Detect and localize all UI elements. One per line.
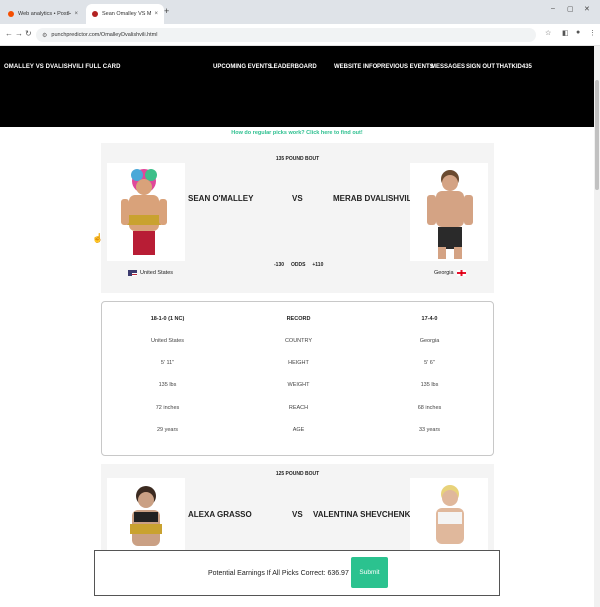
menu-dots-icon[interactable]: ⋮ [589, 29, 596, 37]
bookmark-star-icon[interactable]: ☆ [545, 29, 551, 37]
nav-username[interactable]: THATKID435 [496, 64, 532, 70]
tab-label: Sean Omalley VS Merab Dvalis [102, 11, 152, 17]
fighter2-stat: 33 years [418, 427, 441, 433]
georgia-flag-icon [456, 270, 466, 276]
fighter1-stat: 72 inches [155, 405, 180, 411]
potential-earnings-text: Potential Earnings If All Picks Correct:… [208, 570, 370, 577]
new-tab-icon[interactable]: + [164, 6, 169, 16]
site-favicon-icon [92, 11, 98, 17]
fight-card: 135 POUND BOUT SEAN O'MALLEY VS MERAB DV… [101, 143, 494, 293]
scrollbar-thumb[interactable] [595, 80, 599, 190]
fighter2-stat: 135 lbs [420, 382, 439, 388]
fighter1-photo[interactable] [107, 478, 185, 554]
back-icon[interactable]: ← [5, 29, 13, 38]
site-header: OMALLEY VS DVALISHVILI FULL CARD UPCOMIN… [0, 46, 600, 127]
extensions-icon[interactable]: ◧ [562, 29, 569, 37]
odds-label: ODDS [290, 262, 306, 268]
vs-label: VS [292, 194, 303, 203]
vs-label: VS [292, 510, 303, 519]
stat-label: WEIGHT [287, 382, 310, 388]
fighter2-stat: 5' 6" [424, 360, 435, 366]
tab-label: Web analytics • PostHog [18, 11, 72, 17]
profile-icon[interactable]: ● [576, 29, 580, 36]
fighter2-stat: 17-4-0 [421, 316, 438, 322]
address-bar: ← → ↻ ⚙ punchpredictor.com/OmalleyDvalis… [0, 24, 600, 46]
nav-leaderboard[interactable]: LEADERBOARD [270, 64, 317, 70]
fight-card: 125 POUND BOUT ALEXA GRASSO VS VALENTINA… [101, 464, 494, 554]
minimize-icon[interactable]: – [551, 5, 555, 12]
fighter1-stat: 135 lbs [158, 382, 177, 388]
nav-upcoming-events[interactable]: UPCOMING EVENTS [213, 64, 272, 70]
stats-row-country: United States COUNTRY Georgia [102, 338, 495, 350]
fighter1-stat: 29 years [156, 427, 179, 433]
forward-icon[interactable]: → [15, 29, 23, 38]
fighter2-country-name: Georgia [434, 270, 454, 276]
stats-row-height: 5' 11" HEIGHT 5' 6" [102, 360, 495, 372]
stat-label: AGE [292, 427, 305, 433]
picks-help-link[interactable]: How do regular picks work? Click here to… [0, 130, 594, 136]
site-info-icon[interactable]: ⚙ [42, 32, 47, 39]
fighter2-photo[interactable] [410, 478, 488, 554]
stats-row-age: 29 years AGE 33 years [102, 427, 495, 439]
close-tab-icon[interactable]: × [154, 11, 158, 17]
mouse-cursor-icon: ☝ [92, 233, 104, 243]
nav-previous-events[interactable]: PREVIOUS EVENTS [377, 64, 434, 70]
nav-sign-out[interactable]: SIGN OUT [466, 64, 495, 70]
fighter2-odds: +110 [312, 262, 324, 268]
site-brand[interactable]: OMALLEY VS DVALISHVILI FULL CARD [4, 64, 121, 70]
fighter1-stat: 18-1-0 (1 NC) [150, 316, 185, 322]
fighter2-name[interactable]: VALENTINA SHEVCHENKO [313, 510, 417, 519]
fighter1-country-name: United States [140, 270, 174, 276]
nav-messages[interactable]: MESSAGES [431, 64, 465, 70]
posthog-favicon-icon [8, 11, 14, 17]
browser-tab-active[interactable]: Sean Omalley VS Merab Dvalis × [86, 4, 164, 24]
bout-weight: 135 POUND BOUT [275, 156, 320, 162]
fighter2-stat: Georgia [419, 338, 440, 344]
close-window-icon[interactable]: ✕ [584, 5, 590, 13]
fighter1-country: United States [125, 270, 173, 276]
stat-label: RECORD [286, 316, 311, 322]
fighter1-odds: -130 [274, 262, 285, 268]
browser-tab[interactable]: Web analytics • PostHog × [2, 4, 84, 24]
fighter2-photo[interactable] [410, 163, 488, 261]
stat-label: COUNTRY [284, 338, 313, 344]
maximize-icon[interactable]: ▢ [567, 5, 574, 13]
submit-button[interactable]: Submit [351, 557, 388, 588]
stats-row-weight: 135 lbs WEIGHT 135 lbs [102, 382, 495, 394]
odds-row: -130 ODDS +110 [274, 262, 323, 268]
stats-row-record: 18-1-0 (1 NC) RECORD 17-4-0 [102, 316, 495, 328]
reload-icon[interactable]: ↻ [25, 29, 32, 38]
fighter1-name[interactable]: ALEXA GRASSO [188, 510, 252, 519]
fighter1-stat: United States [150, 338, 185, 344]
stats-table: 18-1-0 (1 NC) RECORD 17-4-0 United State… [101, 301, 494, 456]
fighter1-photo[interactable] [107, 163, 185, 261]
fighter2-stat: 68 inches [417, 405, 442, 411]
bout-weight: 125 POUND BOUT [275, 471, 320, 477]
earnings-bar: Potential Earnings If All Picks Correct:… [94, 550, 500, 596]
fighter1-stat: 5' 11" [160, 360, 175, 366]
browser-tab-bar: Web analytics • PostHog × Sean Omalley V… [0, 0, 600, 24]
url-text: punchpredictor.com/OmalleyDvalishvili.ht… [51, 32, 158, 38]
stat-label: HEIGHT [288, 360, 309, 366]
us-flag-icon [128, 270, 137, 276]
stat-label: REACH [288, 405, 309, 411]
close-tab-icon[interactable]: × [74, 11, 78, 17]
nav-website-info[interactable]: WEBSITE INFO [334, 64, 377, 70]
url-field[interactable]: ⚙ punchpredictor.com/OmalleyDvalishvili.… [36, 28, 536, 42]
fighter1-name[interactable]: SEAN O'MALLEY [188, 194, 253, 203]
fighter2-name[interactable]: MERAB DVALISHVILI [333, 194, 414, 203]
stats-row-reach: 72 inches REACH 68 inches [102, 405, 495, 417]
fighter2-country: Georgia [434, 270, 469, 276]
